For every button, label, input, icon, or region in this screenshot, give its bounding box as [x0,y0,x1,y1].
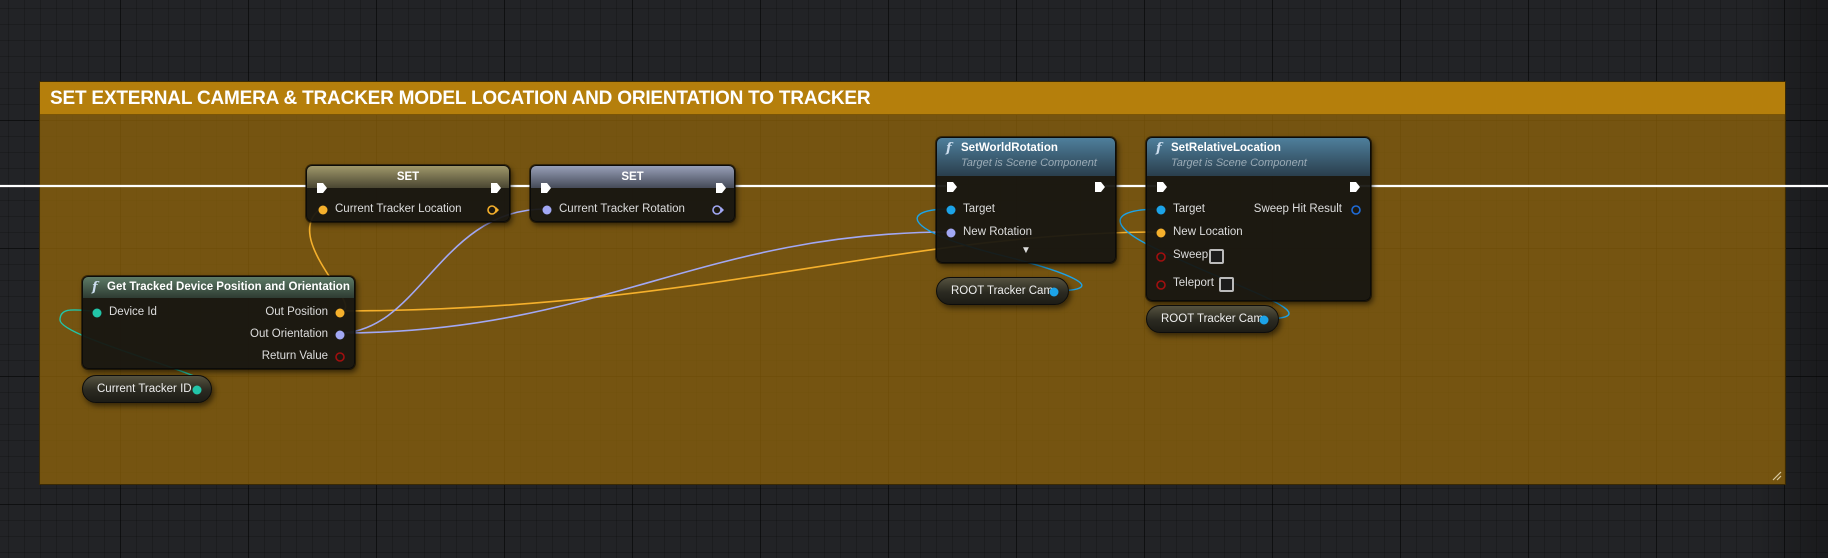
bool-pin-icon[interactable] [334,351,346,363]
rotator-pin-icon[interactable] [541,204,553,216]
pin-label-sweep: Sweep [1173,249,1209,261]
set-relative-location-node[interactable]: f SetRelativeLocation Target is Scene Co… [1146,137,1371,301]
integer-pin-icon[interactable] [91,307,103,319]
root-tracker-cam-node[interactable]: ROOT Tracker Cam [1146,305,1279,333]
set-world-rotation-node[interactable]: f SetWorldRotation Target is Scene Compo… [936,137,1116,263]
root-tracker-cam-node[interactable]: ROOT Tracker Cam [936,277,1069,305]
comment-header[interactable]: SET EXTERNAL CAMERA & TRACKER MODEL LOCA… [40,82,1785,115]
vector-pin-icon[interactable] [334,307,346,319]
exec-in-pin-icon[interactable] [1155,180,1169,194]
pin-label-target: Target [963,203,995,215]
pin-label-device-id: Device Id [109,306,157,318]
rotator-pin-icon[interactable] [945,227,957,239]
set-location-node[interactable]: SET Current Tracker Location [306,165,510,222]
vector-out-pin-icon[interactable] [486,204,500,216]
node-title[interactable]: Get Tracked Device Position and Orientat… [107,281,350,293]
pin-label-target: Target [1173,203,1205,215]
exec-out-pin-icon[interactable] [489,181,503,195]
exec-in-pin-icon[interactable] [945,180,959,194]
vector-pin-icon[interactable] [1155,227,1167,239]
comment-title[interactable]: SET EXTERNAL CAMERA & TRACKER MODEL LOCA… [50,88,871,110]
exec-in-pin-icon[interactable] [539,181,553,195]
object-pin-icon[interactable] [1258,314,1270,326]
node-subtitle: Target is Scene Component [1171,157,1307,169]
sweep-checkbox[interactable] [1209,249,1224,264]
bool-pin-icon[interactable] [1155,251,1167,263]
pin-label-current-tracker-location: Current Tracker Location [335,203,462,215]
node-title[interactable]: SET [531,171,734,183]
function-icon: f [1156,141,1162,156]
exec-out-pin-icon[interactable] [1093,180,1107,194]
pin-label-return-value: Return Value [261,350,328,362]
rotator-out-pin-icon[interactable] [711,204,725,216]
node-title[interactable]: SetRelativeLocation [1171,142,1281,154]
object-pin-icon[interactable] [1048,286,1060,298]
pin-label-current-tracker-rotation: Current Tracker Rotation [559,203,685,215]
resize-grip-icon[interactable] [1770,469,1782,481]
pin-label-new-rotation: New Rotation [963,226,1033,238]
bool-pin-icon[interactable] [1155,279,1167,291]
exec-out-pin-icon[interactable] [714,181,728,195]
variable-label: Current Tracker ID [97,383,192,395]
exec-in-pin-icon[interactable] [315,181,329,195]
pin-label-sweep-hit-result: Sweep Hit Result [1253,203,1342,215]
current-tracker-id-node[interactable]: Current Tracker ID [82,375,212,403]
get-tracked-device-node[interactable]: f Get Tracked Device Position and Orient… [82,276,355,369]
chevron-down-icon[interactable]: ▼ [1021,245,1031,256]
struct-pin-icon[interactable] [1350,204,1362,216]
pin-label-out-position: Out Position [265,306,328,318]
node-subtitle: Target is Scene Component [961,157,1097,169]
pin-label-new-location: New Location [1173,226,1243,238]
exec-out-pin-icon[interactable] [1348,180,1362,194]
variable-label: ROOT Tracker Cam [951,285,1054,297]
teleport-checkbox[interactable] [1219,277,1234,292]
variable-label: ROOT Tracker Cam [1161,313,1264,325]
function-icon: f [92,280,98,295]
integer-pin-icon[interactable] [191,384,203,396]
node-title[interactable]: SetWorldRotation [961,142,1058,154]
object-pin-icon[interactable] [1155,204,1167,216]
pin-label-out-orientation: Out Orientation [250,328,328,340]
set-rotation-node[interactable]: SET Current Tracker Rotation [530,165,735,222]
function-icon: f [946,141,952,156]
vector-pin-icon[interactable] [317,204,329,216]
pin-label-teleport: Teleport [1173,277,1214,289]
object-pin-icon[interactable] [945,204,957,216]
node-title[interactable]: SET [307,171,509,183]
rotator-pin-icon[interactable] [334,329,346,341]
